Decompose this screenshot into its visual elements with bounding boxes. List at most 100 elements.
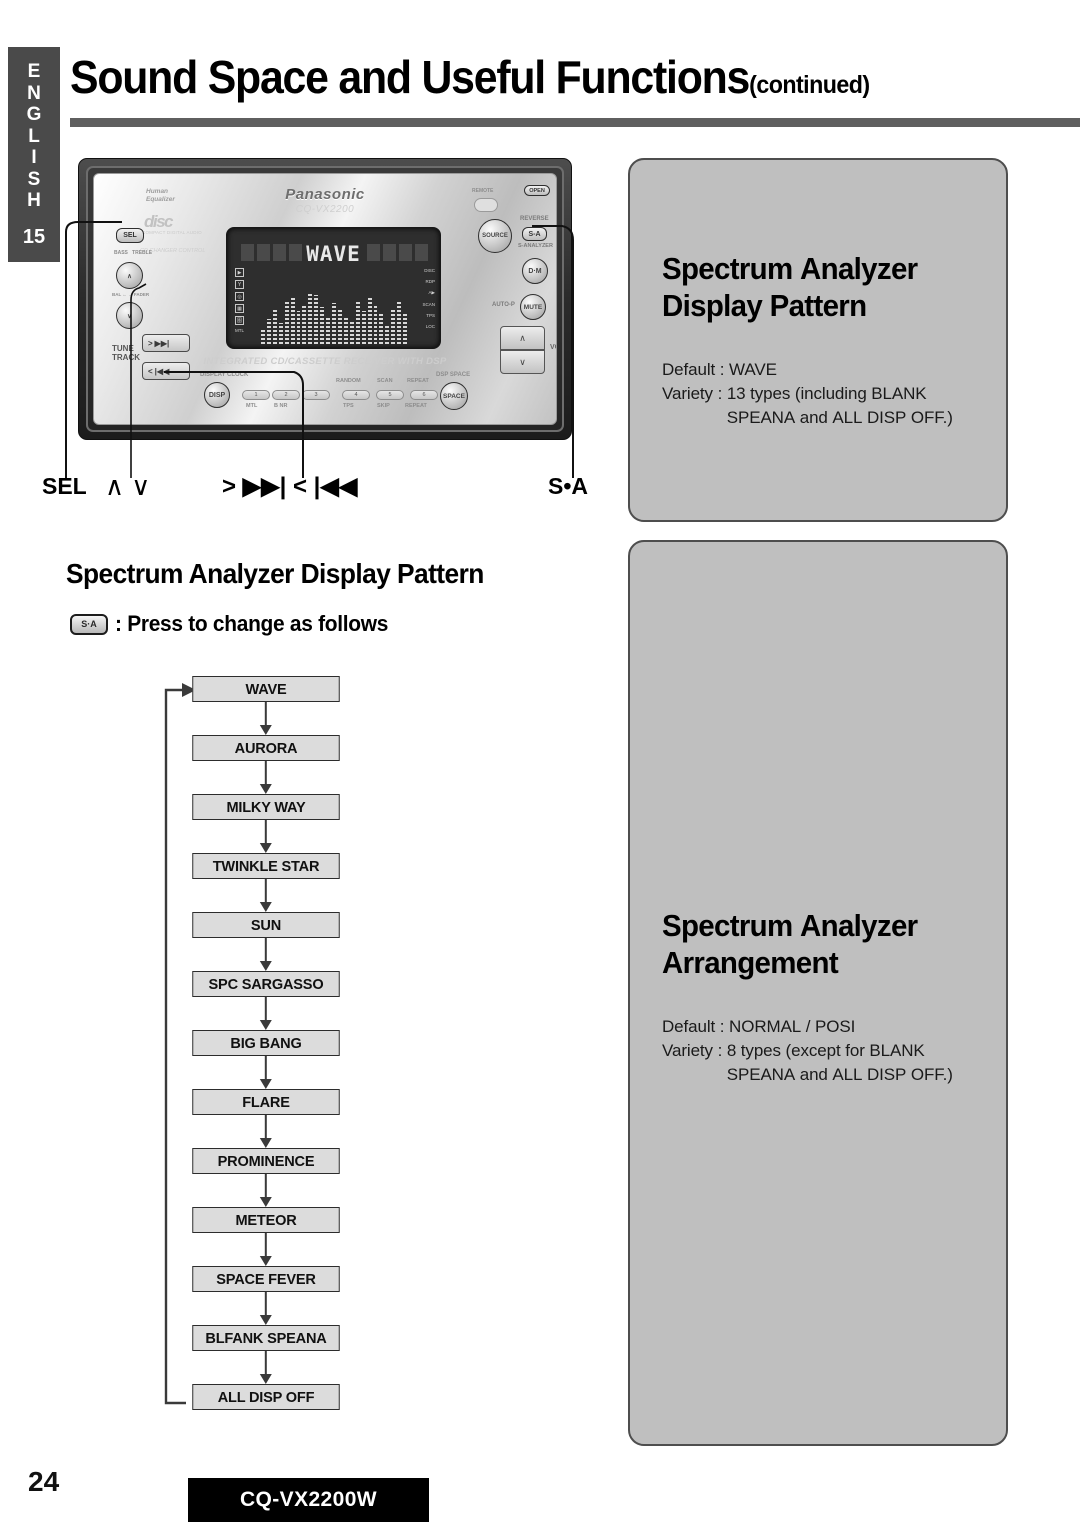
compact-disc-logo: disc bbox=[144, 212, 174, 231]
space-button[interactable]: SPACE bbox=[440, 382, 468, 410]
panel-arrangement-title: Spectrum Analyzer Arrangement bbox=[662, 908, 918, 980]
flow-box-all-disp-off[interactable]: ALL DISP OFF bbox=[192, 1384, 340, 1410]
skip-label: SKIP bbox=[377, 403, 390, 409]
sel-button[interactable]: SEL bbox=[116, 228, 144, 243]
disp-button[interactable]: DISP bbox=[204, 382, 230, 408]
brand-logo: Panasonic bbox=[285, 186, 365, 203]
flow-connector bbox=[190, 702, 342, 735]
bnr-label: B NR bbox=[274, 403, 288, 409]
flow-box-blfank-speana[interactable]: BLFANK SPEANA bbox=[192, 1325, 340, 1351]
panel-display-pattern-title: Spectrum Analyzer Display Pattern bbox=[662, 251, 918, 323]
flow-arrow-icon bbox=[264, 997, 268, 1021]
callout-label-sel: SEL bbox=[42, 473, 87, 499]
lcd-left-indicators: ▶ Y ◎ ▦ 图 MTL bbox=[235, 268, 244, 333]
section-number: 15 bbox=[22, 225, 46, 248]
flow-arrow-icon bbox=[264, 761, 268, 785]
lcd-ch-icon: 图 bbox=[235, 316, 244, 325]
remote-sensor bbox=[474, 198, 498, 212]
page-title-suffix: (continued) bbox=[749, 71, 870, 99]
flow-connector bbox=[190, 1351, 342, 1384]
flow-connector bbox=[190, 938, 342, 971]
lcd-spectrum-bars bbox=[261, 270, 408, 344]
flow-box-aurora[interactable]: AURORA bbox=[192, 735, 340, 761]
language-letter: N bbox=[27, 82, 41, 104]
flow-connector bbox=[190, 879, 342, 912]
seek-forward-glyph: ▶▶| bbox=[154, 338, 170, 348]
panel-display-pattern-meta: Default : WAVE Variety : 13 types (includ… bbox=[662, 360, 953, 427]
lcd-spectrum-bar bbox=[302, 304, 307, 344]
lcd-tape-icon: ▦ bbox=[235, 304, 244, 313]
preset-button-1[interactable]: 1 bbox=[242, 390, 270, 400]
up-button[interactable]: ∧ bbox=[116, 262, 143, 289]
flow-box-prominence[interactable]: PROMINENCE bbox=[192, 1148, 340, 1174]
source-button[interactable]: SOURCE bbox=[478, 219, 512, 253]
dm-button[interactable]: D·M bbox=[522, 258, 548, 284]
press-instruction-text: : Press to change as follows bbox=[115, 611, 389, 636]
flow-box-flare[interactable]: FLARE bbox=[192, 1089, 340, 1115]
preset-button-4[interactable]: 4 bbox=[342, 390, 370, 400]
lcd-spectrum-bar bbox=[403, 312, 408, 344]
flow-box-twinkle-star[interactable]: TWINKLE STAR bbox=[192, 853, 340, 879]
flow-box-wave[interactable]: WAVE bbox=[192, 676, 340, 702]
lcd-spectrum-bar bbox=[385, 324, 390, 344]
human-equalizer-logo: Human Equalizer bbox=[146, 188, 175, 203]
lcd-display: WAVE ▶ Y ◎ ▦ 图 MTL DISC RDP A▶ SCAN TPS … bbox=[226, 227, 441, 349]
flow-connector bbox=[190, 1115, 342, 1148]
lcd-spectrum-bar bbox=[373, 305, 378, 344]
flow-connector bbox=[190, 1233, 342, 1266]
flow-box-meteor[interactable]: METEOR bbox=[192, 1207, 340, 1233]
flow-box-spc-sargasso[interactable]: SPC SARGASSO bbox=[192, 971, 340, 997]
preset-button-3[interactable]: 3 bbox=[302, 390, 330, 400]
flow-box-milky-way[interactable]: MILKY WAY bbox=[192, 794, 340, 820]
language-letter: H bbox=[27, 190, 41, 211]
flow-box-space-fever[interactable]: SPACE FEVER bbox=[192, 1266, 340, 1292]
flow-connector bbox=[190, 820, 342, 853]
preset-button-2[interactable]: 2 bbox=[272, 390, 300, 400]
volume-down-button[interactable]: ∨ bbox=[500, 350, 545, 374]
mtl-label: MTL bbox=[246, 403, 258, 409]
preset-button-6[interactable]: 6 bbox=[410, 390, 438, 400]
unit-bezel: Human Equalizer disc COMPACT DIGITAL AUDI… bbox=[86, 166, 564, 432]
random-label: RANDOM bbox=[336, 378, 361, 384]
lcd-spectrum-bar bbox=[349, 321, 354, 344]
manual-page: E N G L I S H 15 Sound Space and Useful … bbox=[0, 0, 1080, 1526]
seek-reverse-button[interactable]: < |◀◀ bbox=[142, 362, 190, 380]
flow-arrow-icon bbox=[264, 1056, 268, 1080]
seek-reverse-glyph: |◀◀ bbox=[154, 366, 170, 376]
panel-arrangement-meta: Default : NORMAL / POSI Variety : 8 types… bbox=[662, 1017, 953, 1084]
preset-button-5[interactable]: 5 bbox=[376, 390, 404, 400]
lcd-spectrum-bar bbox=[397, 299, 402, 344]
lcd-spectrum-bar bbox=[355, 301, 360, 344]
flow-arrow-icon bbox=[264, 820, 268, 844]
callout-label-sa: S•A bbox=[548, 473, 589, 499]
open-button[interactable]: OPEN bbox=[524, 185, 550, 196]
mute-button[interactable]: MUTE bbox=[520, 294, 546, 320]
section-heading: Spectrum Analyzer Display Pattern bbox=[66, 558, 484, 589]
flow-box-big-bang[interactable]: BIG BANG bbox=[192, 1030, 340, 1056]
vol-label: VOL bbox=[550, 344, 556, 351]
down-button[interactable]: ∨ bbox=[116, 302, 143, 329]
lcd-spectrum-bar bbox=[337, 308, 342, 344]
language-tab: E N G L I S H 15 bbox=[8, 47, 60, 262]
lcd-ind-ap: A▶ bbox=[428, 290, 435, 295]
seek-forward-button[interactable]: > ▶▶| bbox=[142, 334, 190, 352]
lcd-spectrum-bar bbox=[361, 311, 366, 344]
press-instruction: S·A : Press to change as follows bbox=[70, 611, 402, 637]
header-divider bbox=[70, 118, 1080, 127]
panel-arrangement: Spectrum Analyzer Arrangement Default : N… bbox=[628, 540, 1008, 1446]
car-stereo-illustration: Human Equalizer disc COMPACT DIGITAL AUDI… bbox=[78, 158, 572, 440]
device-model-print: CQ-VX2200 bbox=[295, 204, 355, 215]
flow-arrow-icon bbox=[264, 702, 268, 726]
sa-button-chip[interactable]: S·A bbox=[70, 613, 108, 635]
unit-faceplate: Human Equalizer disc COMPACT DIGITAL AUDI… bbox=[93, 173, 557, 425]
volume-up-button[interactable]: ∧ bbox=[500, 326, 545, 350]
flow-arrow-icon bbox=[264, 1174, 268, 1198]
language-letter: L bbox=[28, 125, 40, 147]
flow-box-sun[interactable]: SUN bbox=[192, 912, 340, 938]
seek-forward-icon: > bbox=[148, 338, 153, 348]
sa-button[interactable]: S-A bbox=[522, 227, 547, 241]
lcd-spectrum-bar bbox=[272, 309, 277, 344]
balance-fader-label: BAL ← → FADER bbox=[112, 292, 150, 297]
flow-arrow-icon bbox=[264, 938, 268, 962]
page-title-main: Sound Space and Useful Functions bbox=[70, 51, 750, 103]
